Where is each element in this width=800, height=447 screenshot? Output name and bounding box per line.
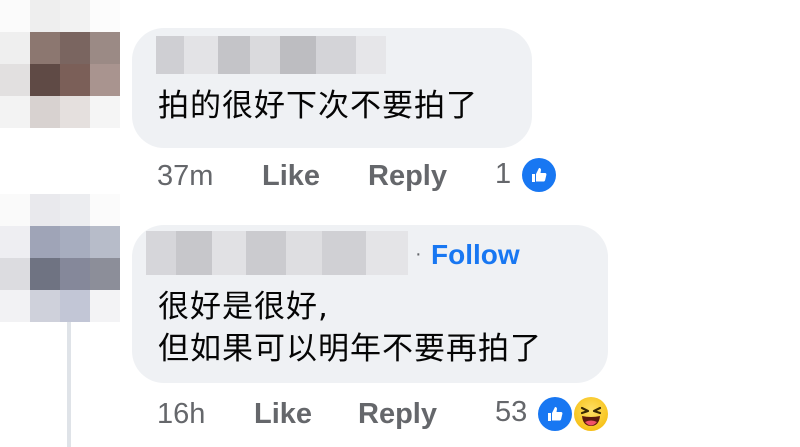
haha-icon	[574, 397, 608, 431]
like-icon	[522, 158, 556, 192]
like-button[interactable]: Like	[262, 160, 320, 193]
separator-dot: ·	[415, 243, 422, 265]
reply-thread-line	[67, 322, 71, 447]
avatar[interactable]	[0, 194, 120, 322]
reply-button[interactable]: Reply	[358, 398, 437, 431]
avatar[interactable]	[0, 0, 120, 128]
comment-timestamp[interactable]: 37m	[157, 160, 213, 193]
comment-text-line-1: 很好是很好,	[158, 289, 329, 325]
comment-timestamp[interactable]: 16h	[157, 398, 205, 431]
like-icon	[538, 397, 572, 431]
like-button[interactable]: Like	[254, 398, 312, 431]
comment-bubble: · Follow 很好是很好, 但如果可以明年不要再拍了	[132, 225, 608, 383]
follow-button[interactable]: Follow	[431, 239, 520, 271]
reply-button[interactable]: Reply	[368, 160, 447, 193]
comment-text-line-2: 但如果可以明年不要再拍了	[158, 331, 542, 367]
comment-bubble: 拍的很好下次不要拍了	[132, 28, 532, 148]
commenter-name-blurred[interactable]	[146, 231, 408, 275]
reaction-count[interactable]: 1	[495, 158, 511, 191]
reaction-count[interactable]: 53	[495, 396, 527, 429]
commenter-name-blurred[interactable]	[156, 36, 386, 74]
comment-text: 拍的很好下次不要拍了	[158, 88, 478, 124]
